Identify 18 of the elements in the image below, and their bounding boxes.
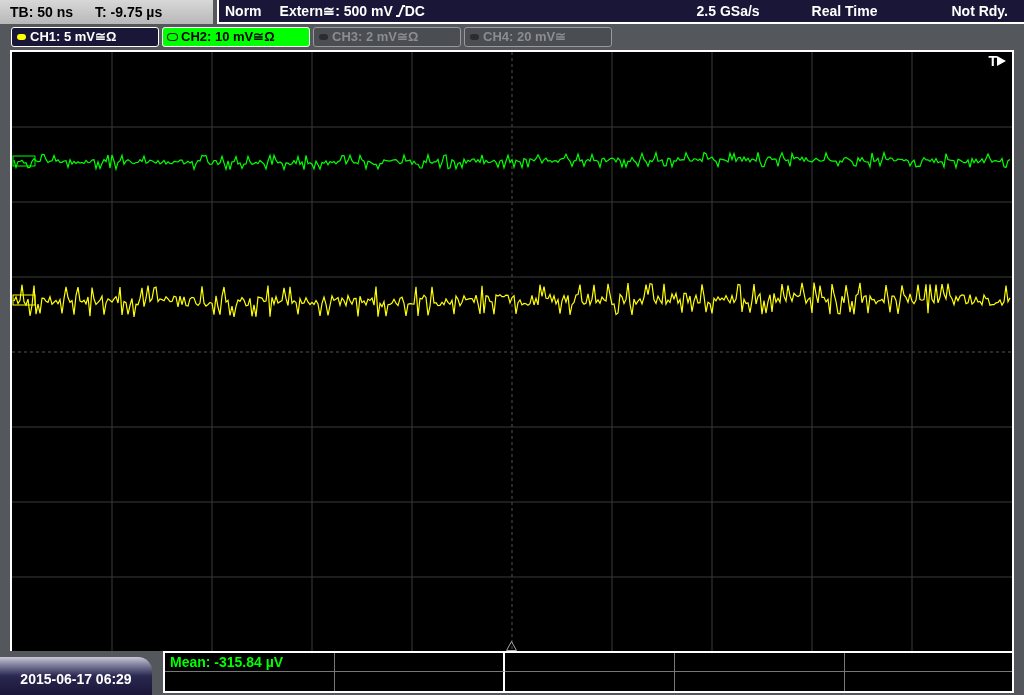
- timebase-label: TB: 50 ns: [10, 2, 73, 22]
- date-time-label: 2015-06-17 06:29: [20, 669, 132, 689]
- trigger-coupling-label: DC: [404, 1, 425, 21]
- channel-tab[interactable]: CH1: 5 mV≅Ω: [11, 27, 159, 47]
- mean-measurement: Mean: -315.84 µV: [170, 652, 284, 672]
- trigger-time-label: T: -9.75 µs: [95, 2, 163, 22]
- rising-edge-icon: [395, 5, 405, 17]
- status-label: Not Rdy.: [951, 1, 1008, 21]
- channel-tab[interactable]: CH2: 10 mV≅Ω: [162, 27, 310, 47]
- trigger-marker-label: T: [988, 54, 997, 68]
- channel-marker-icon: [12, 294, 36, 306]
- trigger-source-label: Extern≅: 500 mV: [279, 1, 393, 21]
- trigger-arrow-icon: [997, 56, 1006, 66]
- trigger-mode-label: Norm: [225, 1, 262, 21]
- channel-marker-icon: [12, 155, 36, 167]
- trigger-position-icon: [506, 641, 517, 651]
- sample-rate-label: 2.5 GSa/s: [696, 1, 760, 21]
- acquisition-mode-label: Real Time: [811, 1, 878, 21]
